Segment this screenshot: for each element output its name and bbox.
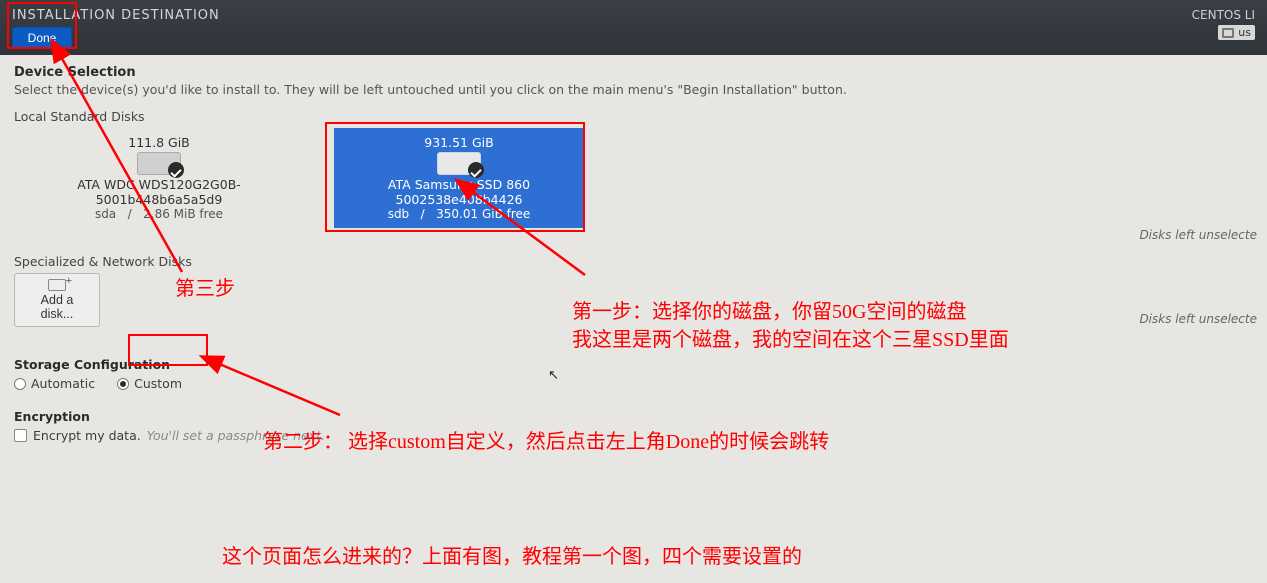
disk-dev: sdb	[388, 207, 410, 221]
disk-card-sdb[interactable]: 931.51 GiB ATA Samsung SSD 860 5002538e4…	[334, 128, 584, 228]
add-disk-icon	[48, 279, 66, 291]
keyboard-icon	[1222, 28, 1234, 38]
disk-card-sda[interactable]: 111.8 GiB ATA WDC WDS120G2G0B- 5001b448b…	[14, 128, 304, 228]
disk-free-line: sda / 2.86 MiB free	[95, 207, 223, 221]
device-selection-title: Device Selection	[14, 65, 1253, 80]
hard-disk-icon	[137, 152, 181, 175]
annotation-footer: 这个页面怎么进来的？上面有图，教程第一个图，四个需要设置的	[222, 540, 802, 569]
disk-label: ATA Samsung SSD 860 5002538e408b4426	[343, 177, 575, 207]
encryption-row: Encrypt my data. You'll set a passphrase…	[14, 428, 1253, 443]
disk-sep: /	[421, 207, 425, 221]
encrypt-label: Encrypt my data.	[33, 428, 141, 443]
radio-dot-icon	[14, 378, 26, 390]
encryption-heading: Encryption	[14, 409, 1253, 424]
add-disk-button[interactable]: Add a disk...	[14, 273, 100, 327]
keyboard-indicator[interactable]: us	[1218, 25, 1255, 40]
device-selection-subtitle: Select the device(s) you'd like to insta…	[14, 82, 1253, 97]
keyboard-lang: us	[1238, 26, 1251, 39]
disk-size: 931.51 GiB	[424, 135, 493, 150]
content-area: Device Selection Select the device(s) yo…	[0, 55, 1267, 453]
radio-automatic-label: Automatic	[31, 376, 95, 391]
encrypt-checkbox[interactable]	[14, 429, 27, 442]
disk-free: 2.86 MiB free	[143, 207, 223, 221]
radio-dot-icon	[117, 378, 129, 390]
network-disks-heading: Specialized & Network Disks	[14, 254, 1253, 269]
disk-sep: /	[128, 207, 132, 221]
done-button[interactable]: Done	[12, 27, 72, 49]
disks-left-note-2: Disks left unselecte	[1139, 312, 1257, 326]
radio-custom[interactable]: Custom	[117, 376, 182, 391]
page-title: INSTALLATION DESTINATION	[12, 8, 220, 23]
local-disks-heading: Local Standard Disks	[14, 109, 1253, 124]
storage-config-row: Automatic Custom	[14, 376, 1253, 391]
header-bar: INSTALLATION DESTINATION Done CENTOS LI …	[0, 0, 1267, 55]
disk-free: 350.01 GiB free	[436, 207, 530, 221]
storage-config-heading: Storage Configuration	[14, 357, 1253, 372]
radio-custom-label: Custom	[134, 376, 182, 391]
distro-label: CENTOS LI	[1192, 8, 1255, 22]
disk-label: ATA WDC WDS120G2G0B- 5001b448b6a5a5d9	[23, 177, 295, 207]
add-disk-label: Add a disk...	[27, 293, 87, 321]
local-disks-row: 111.8 GiB ATA WDC WDS120G2G0B- 5001b448b…	[14, 128, 1253, 228]
disks-left-note: Disks left unselecte	[1139, 228, 1257, 242]
disk-free-line: sdb / 350.01 GiB free	[388, 207, 531, 221]
hard-disk-icon	[437, 152, 481, 175]
disk-size: 111.8 GiB	[128, 135, 190, 150]
disk-dev: sda	[95, 207, 116, 221]
encrypt-hint: You'll set a passphrase next.	[147, 428, 325, 443]
radio-automatic[interactable]: Automatic	[14, 376, 95, 391]
mouse-cursor-icon: ↖	[548, 368, 559, 383]
